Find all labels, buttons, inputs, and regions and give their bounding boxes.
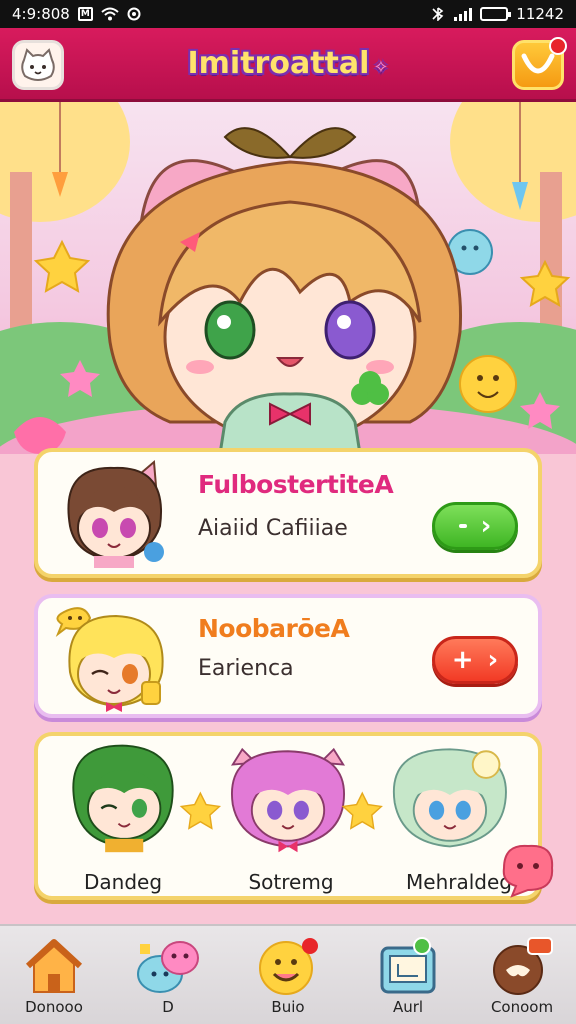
nav-label-aurl: Aurl (392, 998, 424, 1016)
star-icon (341, 791, 383, 830)
smile-badge-icon (521, 53, 555, 74)
sync-icon (127, 7, 141, 21)
card2-title: NoobarōeA (198, 614, 350, 643)
house-icon (25, 939, 83, 993)
card2-subtitle: Earienca (198, 656, 294, 681)
smiley-icon (259, 938, 318, 995)
card1-go-button[interactable]: › (432, 502, 518, 550)
wifi-icon (101, 7, 119, 21)
status-bar: 4:9:808 M 11242 (0, 0, 576, 28)
nav-label-friends: D (162, 998, 174, 1016)
star-icon (179, 791, 222, 830)
feature-card-1[interactable]: FulbostertiteA Aiaiid Cafiiiae › (34, 448, 542, 578)
notification-box-icon: M (77, 7, 93, 21)
dot-icon (458, 524, 467, 528)
card2-go-button[interactable]: + › (432, 636, 518, 684)
nav-label-home: Donooo (25, 998, 83, 1016)
frame-icon (380, 937, 436, 994)
rewards-button[interactable] (512, 37, 567, 90)
card1-subtitle: Aiaiid Cafiiiae (198, 516, 348, 541)
notification-dot (549, 37, 567, 55)
sparkle-icon: ✧ (373, 57, 389, 78)
battery-icon (480, 7, 512, 21)
hero-illustration (0, 102, 576, 454)
card1-avatar (67, 459, 164, 568)
nav-item-aurl[interactable]: Aurl (358, 926, 458, 1024)
status-time: 4:9:808 (12, 5, 70, 23)
cookie-icon (493, 937, 553, 995)
blob-friends-icon (137, 941, 199, 993)
card2-avatar (55, 607, 164, 712)
chevron-right-icon: › (480, 511, 492, 541)
nav-label-conoom: Conoom (490, 998, 554, 1016)
character-3-portrait (392, 748, 507, 848)
card1-title: FulbostertiteA (198, 470, 394, 499)
status-right-text: 11242 (516, 5, 564, 23)
nav-label-buio: Buio (271, 998, 305, 1016)
signal-icon (454, 8, 473, 21)
character-1-portrait (72, 744, 174, 853)
nav-item-home[interactable]: Donooo (4, 926, 104, 1024)
character-select-card: Dandeg Sotremg Mehraldeg (34, 732, 542, 900)
nav-item-friends[interactable]: D (118, 926, 218, 1024)
floating-blob-icon (502, 844, 554, 898)
character-2-name[interactable]: Sotremg (216, 870, 366, 894)
app-header: Imitroattal ✧ (0, 28, 576, 102)
feature-card-2[interactable]: NoobarōeA Earienca + › (34, 594, 542, 718)
app-title-text: Imitroattal (187, 46, 370, 81)
app-title: Imitroattal ✧ (0, 46, 576, 81)
bottom-navigation: Donooo D Buio Aurl Conoom (0, 924, 576, 1024)
nav-item-conoom[interactable]: Conoom (472, 926, 572, 1024)
character-2-portrait (230, 747, 346, 853)
plus-icon: + (451, 645, 474, 675)
hero-banner (0, 102, 576, 454)
chevron-right-icon: › (487, 645, 499, 675)
character-1-name[interactable]: Dandeg (48, 870, 198, 894)
nav-item-buio[interactable]: Buio (238, 926, 338, 1024)
vibrate-icon (432, 7, 444, 21)
